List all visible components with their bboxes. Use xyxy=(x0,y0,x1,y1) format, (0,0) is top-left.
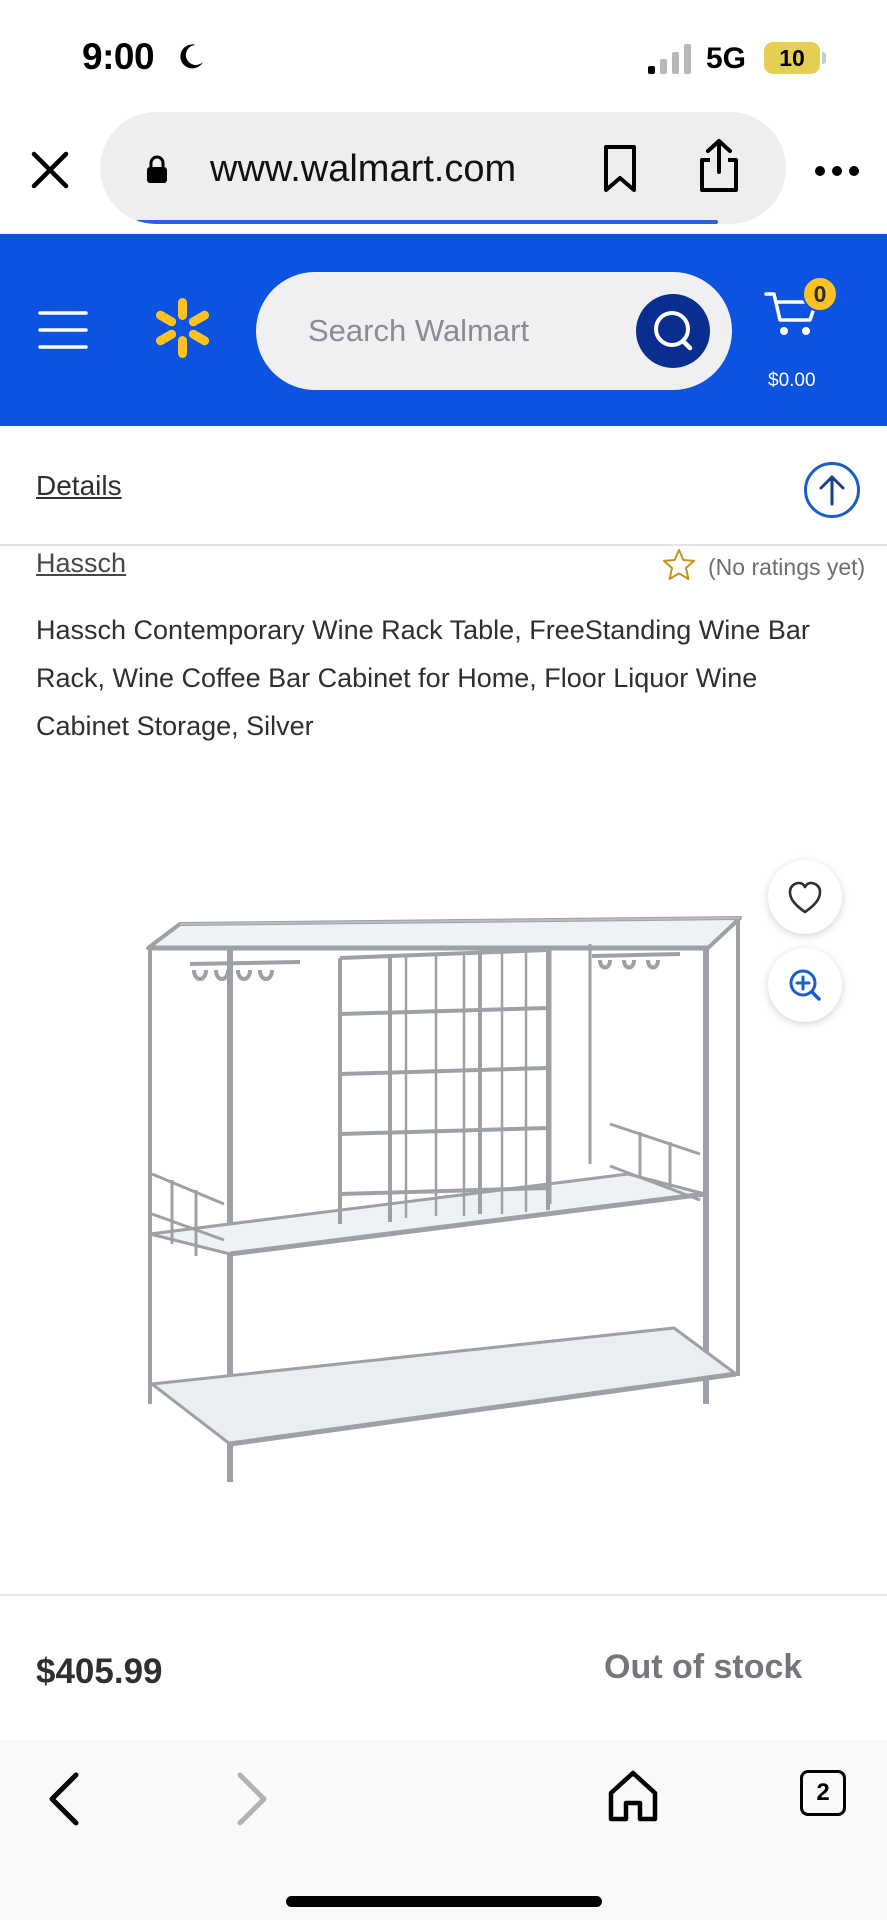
search-input[interactable] xyxy=(308,272,628,390)
search-icon xyxy=(654,311,693,351)
scroll-top-button[interactable] xyxy=(804,462,860,518)
cart-count-badge: 0 xyxy=(802,276,838,312)
status-time: 9:00 xyxy=(82,36,155,77)
battery-level: 10 xyxy=(779,45,805,71)
arrow-up-icon xyxy=(819,475,845,506)
signal-icon xyxy=(648,44,691,74)
search-bar xyxy=(256,272,732,390)
browser-bar: www.walmart.com xyxy=(0,112,887,234)
site-header: 0 $0.00 xyxy=(0,234,887,426)
heart-icon xyxy=(788,881,822,914)
price: $405.99 xyxy=(36,1652,163,1691)
details-link[interactable]: Details xyxy=(36,470,122,502)
cart-total: $0.00 xyxy=(768,370,816,391)
cart-button[interactable]: 0 $0.00 xyxy=(760,264,870,391)
product-image[interactable] xyxy=(140,904,748,1494)
price-bar: $405.99 Out of stock xyxy=(0,1594,887,1740)
battery-icon: 10 xyxy=(764,42,826,74)
address-bar[interactable]: www.walmart.com xyxy=(100,112,786,224)
forward-icon[interactable] xyxy=(228,1770,274,1828)
url-text: www.walmart.com xyxy=(210,148,517,190)
menu-icon[interactable] xyxy=(38,310,88,350)
network-type: 5G xyxy=(706,42,747,75)
star-icon xyxy=(663,549,695,580)
favorite-button[interactable] xyxy=(768,860,842,934)
page-load-progress xyxy=(136,220,718,224)
product-title: Hassch Contemporary Wine Rack Table, Fre… xyxy=(36,615,810,741)
rating-text: (No ratings yet) xyxy=(708,554,866,580)
details-bar: Details xyxy=(0,426,887,546)
walmart-spark-icon[interactable] xyxy=(150,296,214,360)
search-button[interactable] xyxy=(636,294,710,368)
home-indicator xyxy=(286,1896,602,1907)
bookmark-icon[interactable] xyxy=(600,144,640,194)
home-icon[interactable] xyxy=(606,1768,660,1824)
lock-icon xyxy=(147,155,167,183)
zoom-button[interactable] xyxy=(768,948,842,1022)
stock-status: Out of stock xyxy=(604,1648,803,1686)
moon-icon xyxy=(180,44,203,69)
share-icon[interactable] xyxy=(696,138,742,194)
tabs-icon[interactable]: 2 xyxy=(800,1770,846,1816)
brand-link[interactable]: Hassch xyxy=(36,548,126,579)
back-icon[interactable] xyxy=(42,1770,88,1828)
status-bar: 9:00 5G 10 xyxy=(0,0,887,112)
close-icon[interactable] xyxy=(28,148,72,192)
browser-toolbar: 2 xyxy=(0,1740,887,1920)
more-icon[interactable] xyxy=(814,164,860,178)
zoom-in-icon xyxy=(789,969,821,1001)
